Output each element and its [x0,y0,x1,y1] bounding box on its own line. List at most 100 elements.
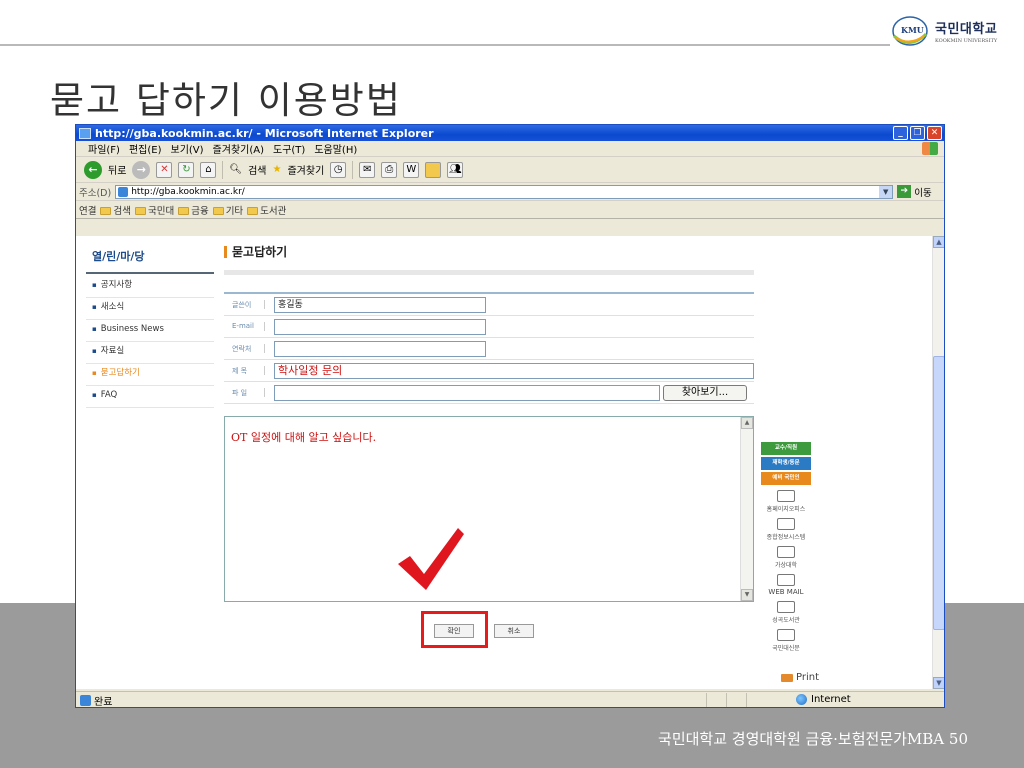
minimize-button[interactable]: _ [893,126,908,140]
link-label: 금융 [191,205,209,217]
close-button[interactable]: ✕ [927,126,942,140]
ie-icon [79,127,91,139]
history-icon[interactable]: ◷ [330,161,347,178]
link-etc[interactable]: 기타 [212,203,243,217]
scroll-down-icon[interactable]: ▼ [741,589,753,601]
refresh-icon[interactable]: ↻ [178,161,195,178]
quick-icon-virtual-univ[interactable]: 가상대학 [761,546,811,569]
form-row-contact: 연락처 [224,338,754,360]
contact-field[interactable] [274,341,486,357]
address-bar: 주소(D) http://gba.kookmin.ac.kr/ ▼ ➔ 이동 [76,183,944,201]
print-link[interactable]: Print [781,672,819,683]
chevron-down-icon[interactable]: ▼ [879,185,893,198]
menu-view[interactable]: 보기(V) [171,141,204,156]
scroll-thumb[interactable] [933,356,944,630]
scroll-down-icon[interactable]: ▼ [933,677,944,689]
status-pane [746,693,796,707]
nav-item-notice[interactable]: 공지사항 [86,276,214,298]
menu-favorites[interactable]: 즐겨찾기(A) [213,141,264,156]
quick-link-faculty[interactable]: 교수/직원 [761,442,811,455]
body-textarea[interactable]: OT 일정에 대해 알고 싶습니다. ▲ ▼ [224,416,754,602]
menu-help[interactable]: 도움말(H) [314,141,357,156]
nav-item-news[interactable]: 새소식 [86,298,214,320]
quick-icon-webmail[interactable]: WEB MAIL [761,574,811,596]
nav-divider [86,272,214,274]
email-label: E-mail [232,322,254,330]
home-icon[interactable]: ⌂ [200,161,217,178]
quick-icon-label: 국민대신문 [772,645,800,652]
email-field[interactable] [274,319,486,335]
cancel-button[interactable]: 취소 [494,624,534,638]
zone-label: Internet [811,694,851,705]
quick-links-panel: 교수/직원 재학생/동문 예비 국민인 홈페이지오피스 종합정보시스템 가상대학… [761,442,811,652]
quick-link-students[interactable]: 재학생/동문 [761,457,811,470]
quick-icon-newspaper[interactable]: 국민대신문 [761,629,811,652]
quick-icon-label: 홈페이지오피스 [766,506,806,513]
quick-icon-office[interactable]: 홈페이지오피스 [761,490,811,513]
link-label: 검색 [113,205,131,217]
browser-window: http://gba.kookmin.ac.kr/ - Microsoft In… [75,124,945,708]
toolbar-separator [352,160,354,179]
status-done: 완료 [80,693,112,707]
scroll-up-icon[interactable]: ▲ [741,417,753,429]
heading-divider [224,270,754,275]
link-label: 도서관 [260,205,287,217]
go-arrow-icon[interactable]: ➔ [897,185,912,198]
folder-icon [134,207,146,215]
building-icon [777,546,795,558]
nav-item-business-news[interactable]: Business News [86,320,214,342]
file-field[interactable] [274,385,660,401]
search-icon[interactable]: 🔍︎ [229,164,242,175]
status-pane [726,693,746,707]
back-button-label[interactable]: 뒤로 [108,162,126,177]
page-scrollbar[interactable]: ▲ ▼ [932,236,944,689]
nav-item-qna[interactable]: 묻고답하기 [86,364,214,386]
nav-item-faq[interactable]: FAQ [86,386,214,408]
contact-label: 연락처 [232,345,252,353]
window-titlebar[interactable]: http://gba.kookmin.ac.kr/ - Microsoft In… [76,125,944,141]
menu-file[interactable]: 파일(F) [88,141,120,156]
textarea-scrollbar[interactable]: ▲ ▼ [740,417,753,601]
go-button-label[interactable]: 이동 [914,185,931,199]
label-separator [264,388,265,397]
author-field[interactable]: 홍길동 [274,297,486,313]
quick-link-prospective[interactable]: 예비 국민인 [761,472,811,485]
link-finance[interactable]: 금융 [178,203,209,217]
messenger-icon[interactable]: 👥︎ [447,161,464,178]
folder-icon [247,207,259,215]
print-icon[interactable]: ⎙ [381,161,398,178]
office-icon [777,490,795,502]
link-search[interactable]: 검색 [100,203,131,217]
stop-icon[interactable]: ✕ [156,161,173,178]
address-input[interactable]: http://gba.kookmin.ac.kr/ ▼ [115,184,894,199]
security-zone: Internet [796,694,851,705]
mail-icon[interactable]: ✉ [359,161,376,178]
address-value: http://gba.kookmin.ac.kr/ [131,186,245,197]
favorites-star-icon[interactable]: ★ [273,164,282,175]
folder-icon [178,207,190,215]
newspaper-icon [777,629,795,641]
search-button-label[interactable]: 검색 [248,162,266,177]
favorites-button-label[interactable]: 즐겨찾기 [287,162,324,177]
quick-icon-library[interactable]: 성곡도서관 [761,601,811,624]
browse-button[interactable]: 찾아보기... [663,385,747,401]
globe-icon [796,694,807,705]
form-row-file: 파 일 찾아보기... [224,382,754,404]
link-kookmin[interactable]: 국민대 [134,203,174,217]
logo-subtitle: KOOKMIN UNIVERSITY [935,38,998,44]
scroll-up-icon[interactable]: ▲ [933,236,944,248]
menu-tools[interactable]: 도구(T) [273,141,305,156]
back-arrow-icon[interactable]: ← [84,160,102,179]
link-library[interactable]: 도서관 [247,203,286,217]
folder-icon[interactable] [425,161,442,178]
body-text: OT 일정에 대해 알고 싶습니다. [231,431,377,444]
quick-icon-info-system[interactable]: 종합정보시스템 [761,518,811,541]
toolbar-separator [222,160,224,179]
status-panes [706,693,796,707]
menu-edit[interactable]: 편집(E) [129,141,162,156]
forward-arrow-icon[interactable]: → [132,160,151,179]
nav-item-archive[interactable]: 자료실 [86,342,214,364]
subject-field[interactable]: 학사일정 문의 [274,363,754,379]
maximize-button[interactable]: ❐ [910,126,925,140]
edit-icon[interactable]: W [403,161,420,178]
